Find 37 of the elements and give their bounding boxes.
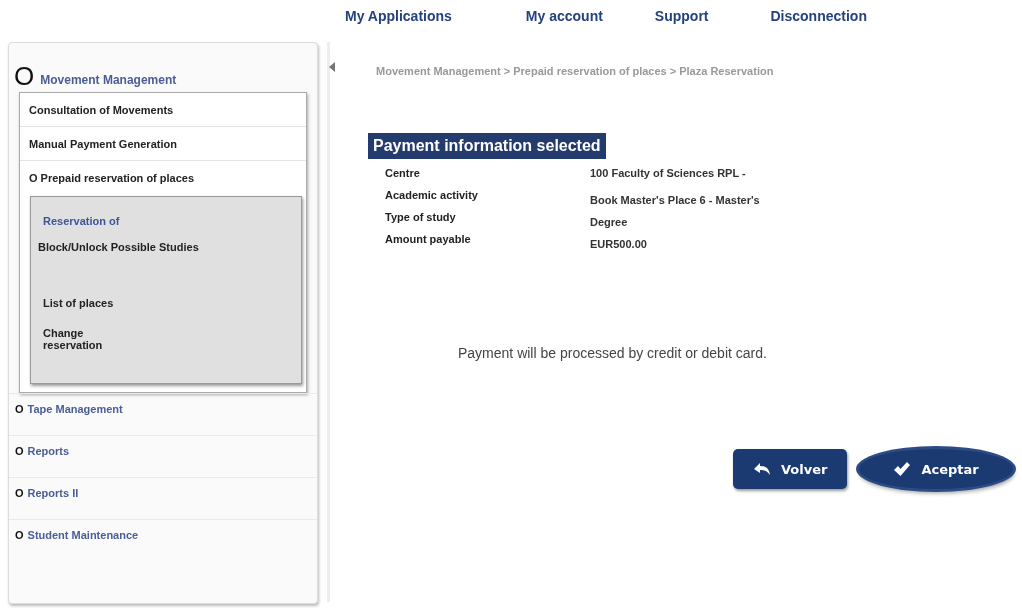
section-title: Payment information selected [368,133,606,159]
nav-link[interactable]: My account [525,8,603,32]
notice-text: Payment will be processed by credit or debit card. [458,345,768,361]
expand-marker: O [15,403,24,415]
back-button[interactable]: Volver [733,449,848,489]
sidebar-item[interactable]: Reports II [27,487,79,501]
breadcrumb: Movement Management > Prepaid reservation of places > Plaza Reservation [376,65,775,77]
field-label: Type of study [385,211,457,225]
sidebar-item[interactable]: Reports [27,445,70,459]
sidebar-item[interactable]: Tape Management [27,403,123,417]
field-label: Amount payable [385,233,472,247]
expand-marker: O [15,445,24,457]
expand-marker: O [15,487,24,499]
sidebar-item[interactable]: Movement Management [40,73,177,89]
field-value: 100 Faculty of Sciences RPL - [590,167,747,181]
submenu-item[interactable]: Manual Payment Generation [29,137,177,150]
nav-link[interactable]: My Applications [345,8,452,32]
submenu-item[interactable]: O Prepaid reservation of places [29,171,195,184]
submenu-item[interactable]: Consultation of Movements [29,103,174,116]
field-value: Book Master's Place 6 - Master's [590,193,761,208]
submenu-item[interactable]: List of places [31,297,263,327]
undo-arrow-icon [753,462,771,476]
field-label: Centre [385,167,421,181]
field-value: Degree [590,215,629,230]
submenu-item[interactable]: Reservation of [31,215,263,241]
expand-marker: O [14,63,35,89]
sidebar-item[interactable]: Student Maintenance [27,529,139,543]
collapse-handle[interactable] [329,62,335,72]
field-label: Academic activity [385,189,479,203]
nav-link[interactable]: Support [654,8,709,32]
submenu-item[interactable]: Change reservation [31,327,123,351]
expand-marker: O [15,529,24,541]
nav-link[interactable]: Disconnection [770,8,867,32]
field-value: EUR500.00 [590,237,648,252]
checkmark-icon [893,461,912,477]
accept-button[interactable]: Aceptar [859,449,1013,489]
submenu-item[interactable]: Block/Unlock Possible Studies [31,241,258,297]
